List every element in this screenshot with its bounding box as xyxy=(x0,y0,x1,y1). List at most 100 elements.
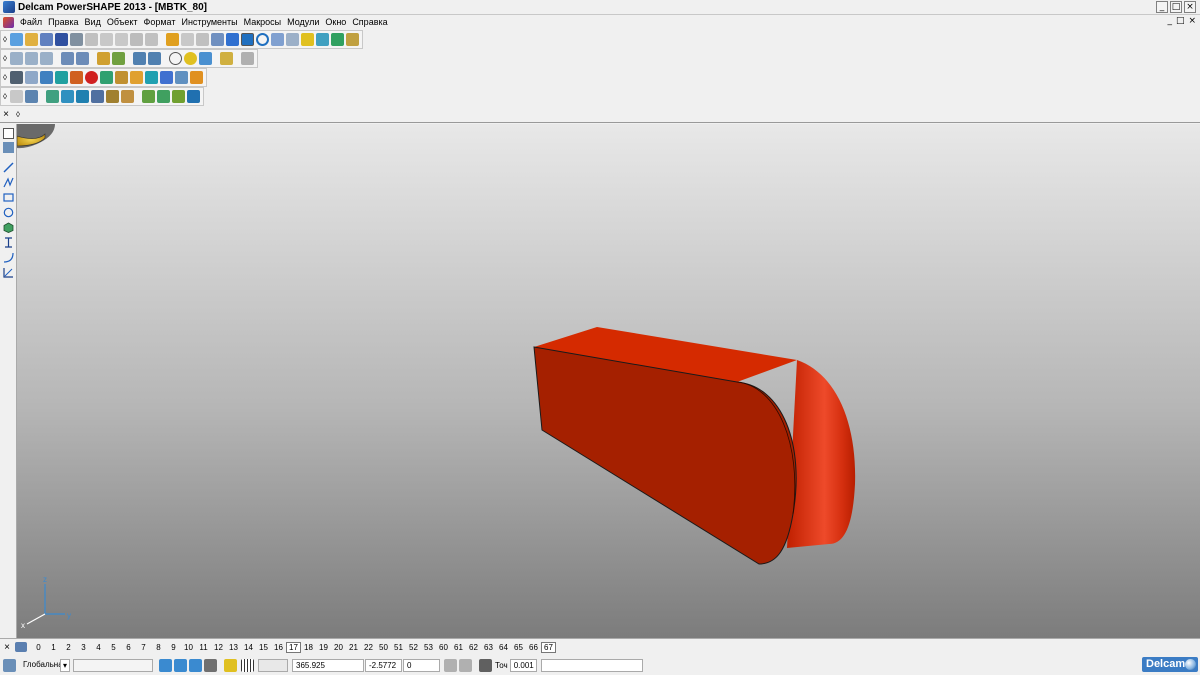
level-19[interactable]: 19 xyxy=(316,643,331,652)
analysis-icon[interactable] xyxy=(145,71,158,84)
level-6[interactable]: 6 xyxy=(121,643,136,652)
workplane-toggle-icon[interactable] xyxy=(224,658,237,672)
level-61[interactable]: 61 xyxy=(451,643,466,652)
solid-box-icon[interactable] xyxy=(46,90,59,103)
save-icon[interactable] xyxy=(55,33,68,46)
redo-icon[interactable] xyxy=(181,33,194,46)
graphics-viewport[interactable]: z y x xyxy=(17,124,1200,638)
level-50[interactable]: 50 xyxy=(376,643,391,652)
tree-icon[interactable] xyxy=(10,71,23,84)
maximize-button[interactable]: □ xyxy=(1170,1,1182,13)
mdi-restore-button[interactable]: □ xyxy=(1176,16,1185,26)
coord-mode-icon[interactable] xyxy=(459,658,472,672)
view-top-icon[interactable] xyxy=(10,52,23,65)
cone-icon[interactable] xyxy=(100,71,113,84)
level-17[interactable]: 17 xyxy=(286,641,301,653)
dimension-i-icon[interactable] xyxy=(3,237,14,248)
level-18[interactable]: 18 xyxy=(301,643,316,652)
copy-icon[interactable] xyxy=(100,33,113,46)
menu-macros[interactable]: Макросы xyxy=(241,17,285,27)
undo-icon[interactable] xyxy=(166,33,179,46)
dimension-icon[interactable] xyxy=(226,33,239,46)
snap-keypoint-icon[interactable] xyxy=(189,658,202,672)
view-side-icon[interactable] xyxy=(40,52,53,65)
line-icon[interactable] xyxy=(3,162,14,173)
disabled-object-icon[interactable] xyxy=(10,90,23,103)
zoom-out-icon[interactable] xyxy=(148,52,161,65)
level-22[interactable]: 22 xyxy=(361,643,376,652)
level-65[interactable]: 65 xyxy=(511,643,526,652)
select-mode-icon[interactable] xyxy=(241,33,254,46)
menu-view[interactable]: Вид xyxy=(82,17,104,27)
level-2[interactable]: 2 xyxy=(61,643,76,652)
workplane-select[interactable]: Глобальна xyxy=(20,659,63,672)
level-12[interactable]: 12 xyxy=(211,643,226,652)
level-16[interactable]: 16 xyxy=(271,643,286,652)
surface-icon[interactable] xyxy=(331,33,344,46)
view-custom-icon[interactable] xyxy=(76,52,89,65)
menu-edit[interactable]: Правка xyxy=(45,17,81,27)
level-20[interactable]: 20 xyxy=(331,643,346,652)
measure-icon[interactable] xyxy=(160,71,173,84)
tolerance-field[interactable]: 0.001 xyxy=(509,658,537,672)
menu-window[interactable]: Окно xyxy=(322,17,349,27)
calculator-icon[interactable] xyxy=(444,658,457,672)
toolbar-grip-icon[interactable]: ◊ xyxy=(3,35,9,44)
tolerance-icon[interactable] xyxy=(479,658,492,672)
snap-grid-icon[interactable] xyxy=(159,658,172,672)
view-cube-fragment[interactable] xyxy=(17,124,55,149)
curve-select-icon[interactable] xyxy=(271,33,284,46)
level-60[interactable]: 60 xyxy=(436,643,451,652)
coord-x-field[interactable]: 365.925 xyxy=(292,658,364,672)
annotation-icon[interactable] xyxy=(3,267,14,278)
level-4[interactable]: 4 xyxy=(91,643,106,652)
wizard-icon[interactable] xyxy=(211,33,224,46)
lighting-icon[interactable] xyxy=(220,52,233,65)
mdi-minimize-button[interactable]: _ xyxy=(1167,16,1172,26)
document-icon[interactable] xyxy=(3,16,14,28)
solid-revolve-icon[interactable] xyxy=(91,90,104,103)
level-5[interactable]: 5 xyxy=(106,643,121,652)
grid-value-field[interactable] xyxy=(258,658,288,672)
level-66[interactable]: 66 xyxy=(526,643,541,652)
menu-object[interactable]: Объект xyxy=(104,17,141,27)
chamfer-icon[interactable] xyxy=(157,90,170,103)
level-9[interactable]: 9 xyxy=(166,643,181,652)
block-icon[interactable] xyxy=(115,71,128,84)
level-8[interactable]: 8 xyxy=(151,643,166,652)
rectangle-icon[interactable] xyxy=(3,192,14,203)
highlight-icon[interactable] xyxy=(301,33,314,46)
workplane-dropdown-icon[interactable]: ▾ xyxy=(60,658,70,672)
quick-select-icon[interactable] xyxy=(3,142,14,153)
toolbar-model-grip-icon[interactable]: ◊ xyxy=(3,73,9,82)
draft-icon[interactable] xyxy=(187,90,200,103)
menu-file[interactable]: Файл xyxy=(17,17,45,27)
grid-icon[interactable] xyxy=(241,658,254,672)
properties-icon[interactable] xyxy=(25,71,38,84)
level-67[interactable]: 67 xyxy=(541,641,556,653)
select-arrow-icon[interactable] xyxy=(3,128,14,139)
solid-icon[interactable] xyxy=(316,33,329,46)
snap-point-icon[interactable] xyxy=(174,658,187,672)
wireframe-icon[interactable] xyxy=(169,52,182,65)
view-iso-icon[interactable] xyxy=(61,52,74,65)
mirror-icon[interactable] xyxy=(55,71,68,84)
cut-icon[interactable] xyxy=(85,33,98,46)
shaded-icon[interactable] xyxy=(184,52,197,65)
menu-modules[interactable]: Модули xyxy=(284,17,322,27)
solid-boolean-icon[interactable] xyxy=(106,90,119,103)
feature-icon[interactable] xyxy=(130,71,143,84)
red-slot-solid[interactable] xyxy=(533,327,856,565)
trim-icon[interactable] xyxy=(25,90,38,103)
menu-tools[interactable]: Инструменты xyxy=(178,17,240,27)
paste-special-icon[interactable] xyxy=(130,33,143,46)
solid-pattern-icon[interactable] xyxy=(121,90,134,103)
minimize-button[interactable]: _ xyxy=(1156,1,1168,13)
circle-icon[interactable] xyxy=(3,207,14,218)
print-icon[interactable] xyxy=(70,33,83,46)
level-21[interactable]: 21 xyxy=(346,643,361,652)
level-13[interactable]: 13 xyxy=(226,643,241,652)
levels-icon[interactable] xyxy=(15,642,27,652)
shape-select-icon[interactable] xyxy=(286,33,299,46)
solid-cylinder-icon[interactable] xyxy=(61,90,74,103)
